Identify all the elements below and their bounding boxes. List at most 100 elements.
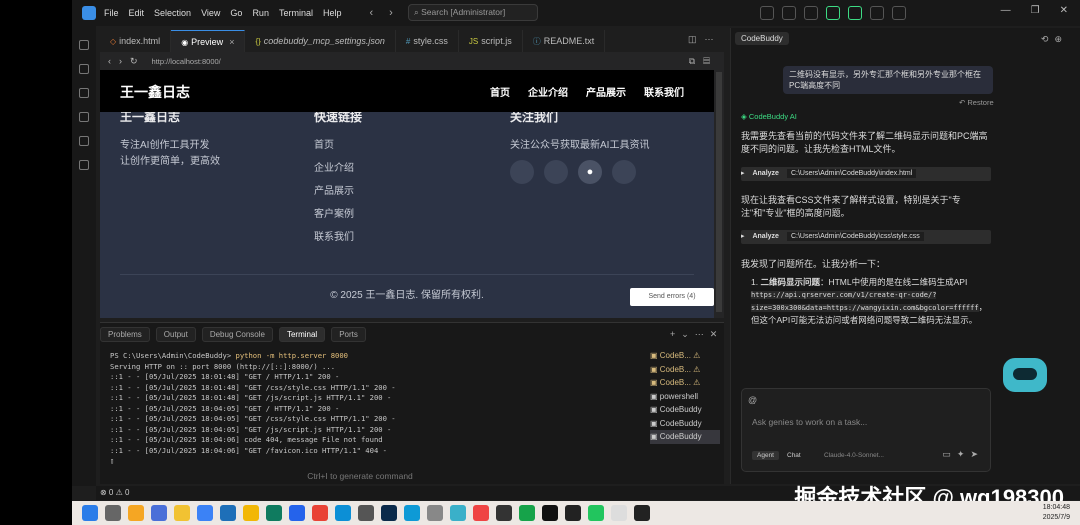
- footer-link-cases[interactable]: 客户案例: [314, 205, 354, 220]
- app-icon[interactable]: [611, 505, 627, 521]
- account-icon[interactable]: [892, 6, 906, 20]
- mode-agent-button[interactable]: Agent: [752, 451, 779, 460]
- capcut-icon[interactable]: [542, 505, 558, 521]
- send-errors-button[interactable]: Send errors (4): [630, 288, 714, 306]
- terminal-output[interactable]: PS C:\Users\Admin\CodeBuddy> python -m h…: [110, 351, 630, 467]
- task-view-icon[interactable]: [105, 505, 121, 521]
- site-nav-contact[interactable]: 联系我们: [644, 84, 684, 99]
- secondary-sidebar-icon[interactable]: [848, 6, 862, 20]
- weibo-icon[interactable]: [544, 160, 568, 184]
- mode-chat-button[interactable]: Chat: [782, 451, 806, 460]
- app-icon[interactable]: [427, 505, 443, 521]
- new-chat-icon[interactable]: ⊕: [1054, 34, 1068, 44]
- attach-icon[interactable]: ▭: [942, 449, 957, 459]
- menu-help[interactable]: Help: [323, 8, 342, 18]
- terminal-item[interactable]: ▣ CodeBuddy: [650, 403, 720, 417]
- footer-link-about[interactable]: 企业介绍: [314, 159, 354, 174]
- app-icon[interactable]: [519, 505, 535, 521]
- more-actions-icon[interactable]: ⋯: [705, 34, 722, 44]
- app-icon[interactable]: [588, 505, 604, 521]
- app-icon[interactable]: [220, 505, 236, 521]
- footer-link-products[interactable]: 产品展示: [314, 182, 354, 197]
- analyze-tool-row[interactable]: ▸ Analyze C:\Users\Admin\CodeBuddy\index.…: [741, 167, 991, 181]
- analyze-tool-row[interactable]: ▸ Analyze C:\Users\Admin\CodeBuddy\css\st…: [741, 230, 991, 244]
- photoshop-icon[interactable]: [381, 505, 397, 521]
- settings-icon[interactable]: [870, 6, 884, 20]
- app-icon[interactable]: [473, 505, 489, 521]
- tab-script-js[interactable]: JS script.js: [459, 30, 523, 52]
- magic-icon[interactable]: ✦: [957, 449, 971, 459]
- preview-toolbar-icons[interactable]: ⧉▤: [689, 56, 718, 67]
- menu-file[interactable]: File: [104, 8, 119, 18]
- sidebar-toggle-icon[interactable]: [804, 6, 818, 20]
- footer-link-contact[interactable]: 联系我们: [314, 228, 354, 243]
- app-icon[interactable]: [358, 505, 374, 521]
- terminal-item[interactable]: ▣ powershell: [650, 390, 720, 404]
- footer-link-home[interactable]: 首页: [314, 136, 334, 151]
- explorer-icon[interactable]: [79, 40, 89, 50]
- edge-icon[interactable]: [335, 505, 351, 521]
- split-editor-icon[interactable]: ◫: [688, 34, 705, 44]
- tab-debug-console[interactable]: Debug Console: [201, 327, 273, 342]
- extensions-icon[interactable]: [79, 136, 89, 146]
- menu-terminal[interactable]: Terminal: [279, 8, 313, 18]
- app-icon[interactable]: [404, 505, 420, 521]
- tab-mcp-settings[interactable]: {} codebuddy_mcp_settings.json: [245, 30, 396, 52]
- new-terminal-icon[interactable]: +⌄: [670, 329, 695, 339]
- tab-readme[interactable]: ⓘ README.txt: [523, 30, 606, 52]
- maximize-icon[interactable]: ❐: [1031, 5, 1040, 16]
- close-icon[interactable]: ✕: [1060, 5, 1068, 16]
- panel-toggle-icon[interactable]: [826, 6, 840, 20]
- terminal-item[interactable]: ▣ CodeBuddy: [650, 417, 720, 431]
- nav-back-forward-icon[interactable]: ‹›: [369, 7, 408, 19]
- source-control-icon[interactable]: [79, 88, 89, 98]
- github-icon[interactable]: ●: [578, 160, 602, 184]
- tab-ports[interactable]: Ports: [331, 327, 366, 342]
- close-panel-icon[interactable]: ✕: [710, 329, 724, 339]
- site-nav-about[interactable]: 企业介绍: [528, 84, 568, 99]
- menu-selection[interactable]: Selection: [154, 8, 191, 18]
- history-icon[interactable]: ⟲: [1041, 34, 1055, 44]
- app-icon[interactable]: [151, 505, 167, 521]
- site-logo[interactable]: 王一鑫日志: [120, 82, 190, 102]
- app-icon[interactable]: [197, 505, 213, 521]
- app-icon[interactable]: [243, 505, 259, 521]
- remote-icon[interactable]: [79, 160, 89, 170]
- restore-button[interactable]: ↶ Restore: [959, 98, 994, 107]
- site-nav-products[interactable]: 产品展示: [586, 84, 626, 99]
- more-actions-icon[interactable]: ⋯: [695, 329, 710, 339]
- taskbar-clock[interactable]: 18:04:48 2025/7/9: [1043, 503, 1070, 523]
- run-debug-icon[interactable]: [79, 112, 89, 122]
- app-icon[interactable]: [128, 505, 144, 521]
- menu-view[interactable]: View: [201, 8, 220, 18]
- terminal-item[interactable]: ▣ CodeB... ⚠: [650, 349, 720, 363]
- wechat-icon[interactable]: [510, 160, 534, 184]
- tab-terminal[interactable]: Terminal: [278, 327, 326, 342]
- terminal-item[interactable]: ▣ CodeBuddy: [650, 430, 720, 444]
- send-icon[interactable]: ➤: [970, 449, 984, 459]
- app-icon[interactable]: [450, 505, 466, 521]
- menu-edit[interactable]: Edit: [129, 8, 145, 18]
- social-link-icon[interactable]: [612, 160, 636, 184]
- menu-go[interactable]: Go: [230, 8, 242, 18]
- terminal-item[interactable]: ▣ CodeB... ⚠: [650, 376, 720, 390]
- search-icon[interactable]: [79, 64, 89, 74]
- folder-icon[interactable]: [174, 505, 190, 521]
- preview-scrollbar[interactable]: [714, 70, 724, 318]
- tab-problems[interactable]: Problems: [100, 327, 150, 342]
- eye-icon[interactable]: [760, 6, 774, 20]
- model-select[interactable]: Claude-4.0-Sonnet...: [824, 452, 884, 459]
- preview-nav-icons[interactable]: ‹›↻: [108, 56, 146, 67]
- terminal-icon[interactable]: [565, 505, 581, 521]
- windows-start-icon[interactable]: [82, 505, 98, 521]
- chrome-icon[interactable]: [312, 505, 328, 521]
- preview-url[interactable]: http://localhost:8000/: [152, 57, 221, 66]
- tab-index-html[interactable]: ◇ index.html: [100, 30, 172, 52]
- app-icon[interactable]: [289, 505, 305, 521]
- site-nav-home[interactable]: 首页: [490, 84, 510, 99]
- tab-style-css[interactable]: # style.css: [396, 30, 459, 52]
- menu-run[interactable]: Run: [252, 8, 269, 18]
- rocket-icon[interactable]: [782, 6, 796, 20]
- chat-tab[interactable]: CodeBuddy: [735, 32, 789, 45]
- app-icon[interactable]: [634, 505, 650, 521]
